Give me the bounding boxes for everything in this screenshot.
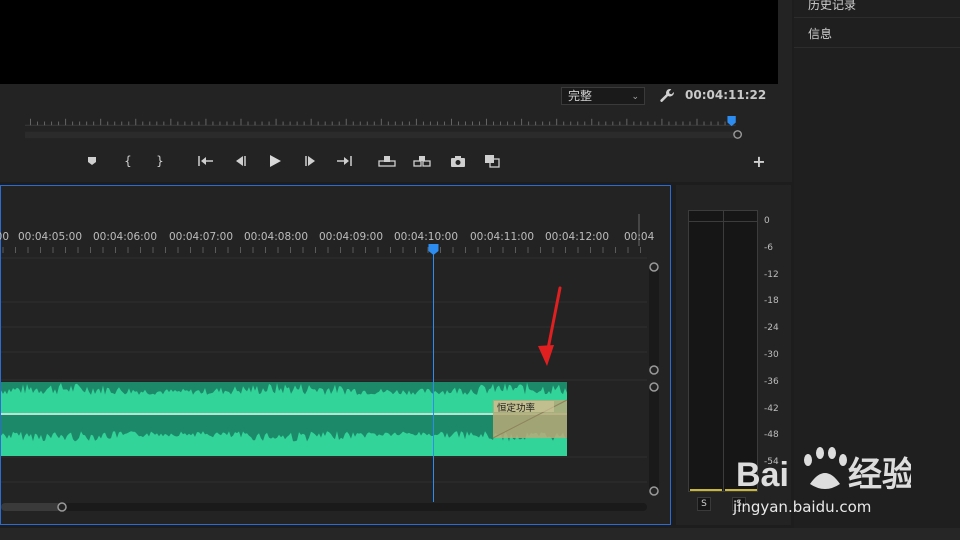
audio-clip[interactable] [1, 382, 567, 456]
svg-text:Bai: Bai [736, 456, 789, 494]
extract-button[interactable] [411, 150, 433, 172]
video-preview [0, 0, 778, 84]
go-to-out-button[interactable] [333, 150, 355, 172]
ruler-label: 00:04:06:00 [92, 231, 158, 243]
ruler-label: 00:04:10:00 [393, 231, 459, 243]
comparison-view-button[interactable] [481, 150, 503, 172]
timeline-panel: 00 00:04:05:00 00:04:06:00 00:04:07:00 00:04… [0, 185, 671, 525]
transport-controls: { } + [0, 150, 790, 172]
ruler-label: 00:04:08:00 [243, 231, 309, 243]
video-scroll-handle-bottom[interactable] [649, 365, 659, 375]
lift-button[interactable] [376, 150, 398, 172]
monitor-playhead[interactable] [727, 116, 736, 127]
status-bar [0, 528, 960, 540]
baidu-jingyan-logo: Bai 经验 [736, 436, 916, 500]
ruler-label: 00:04:11:00 [469, 231, 535, 243]
horizontal-scroll-thumb[interactable] [1, 503, 61, 511]
meter-scale-label: -42 [764, 403, 779, 414]
fit-dropdown[interactable]: 完整 ⌄ [561, 87, 645, 105]
ruler-label: 00:04:07:00 [168, 231, 234, 243]
play-button[interactable] [264, 150, 286, 172]
ruler-label: 00 [0, 231, 10, 243]
meter-scale-label: 0 [764, 216, 770, 226]
mark-out-button[interactable]: } [149, 150, 171, 172]
meter-scale-label: -6 [764, 242, 773, 253]
step-forward-button[interactable] [300, 150, 322, 172]
watermark-url: jingyan.baidu.com [733, 498, 872, 516]
meter-scale-label: -24 [764, 323, 779, 334]
meter-scale-label: -12 [764, 269, 779, 280]
timeline-playhead[interactable] [428, 244, 439, 255]
history-panel-tab[interactable]: 历史记录 [794, 0, 960, 18]
camera-icon[interactable] [447, 150, 469, 172]
step-back-button[interactable] [229, 150, 251, 172]
go-to-in-button[interactable] [195, 150, 217, 172]
audio-scroll-handle-top[interactable] [649, 382, 659, 392]
mark-in-button[interactable]: { [117, 150, 139, 172]
info-panel-tab[interactable]: 信息 [794, 22, 960, 48]
solo-left-button[interactable]: S [697, 497, 711, 511]
ruler-label: 00:04:09:00 [318, 231, 384, 243]
ruler-label: 00:04:05:00 [17, 231, 83, 243]
meter-scale-label: -30 [764, 350, 779, 360]
chevron-down-icon: ⌄ [631, 92, 639, 102]
video-scroll-handle-top[interactable] [649, 262, 659, 272]
meter-scale-label: -18 [764, 296, 779, 307]
meter-scale-label: -36 [764, 376, 779, 387]
wrench-icon[interactable] [659, 88, 675, 108]
ruler-label: 00:04 [624, 231, 655, 243]
add-button[interactable]: + [748, 150, 770, 172]
audio-scroll-handle-bottom[interactable] [649, 486, 659, 496]
svg-text:经验: 经验 [848, 455, 911, 494]
program-monitor: 完整 ⌄ 00:04:11:22 { } + [0, 0, 792, 182]
playhead-timecode[interactable]: 00:04:11:22 [685, 88, 766, 102]
monitor-time-ruler[interactable] [0, 116, 770, 140]
horizontal-scroll-handle[interactable] [57, 502, 67, 512]
add-marker-button[interactable] [81, 150, 103, 172]
transition-label: 恒定功率 [497, 403, 536, 414]
ruler-label: 00:04:12:00 [544, 231, 610, 243]
fit-value: 完整 [568, 89, 593, 103]
